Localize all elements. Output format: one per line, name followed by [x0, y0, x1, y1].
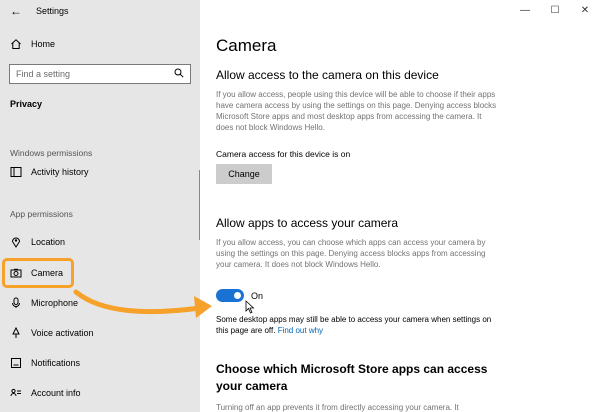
- search-placeholder: Find a setting: [16, 69, 71, 79]
- orange-arrow-icon: [73, 289, 212, 318]
- sidebar-item-account-info[interactable]: Account info: [10, 386, 81, 400]
- home-link[interactable]: Home: [10, 38, 55, 50]
- device-access-heading: Allow access to the camera on this devic…: [216, 68, 439, 82]
- app-title: Settings: [36, 6, 69, 16]
- home-label: Home: [31, 39, 56, 49]
- home-icon: [10, 38, 22, 50]
- camera-highlight-box: [2, 258, 74, 288]
- device-access-status: Camera access for this device is on: [216, 149, 351, 159]
- search-input[interactable]: Find a setting: [9, 64, 191, 84]
- note-text: Some desktop apps may still be able to a…: [216, 315, 492, 335]
- account-info-icon: [10, 387, 22, 399]
- store-apps-description: Turning off an app prevents it from dire…: [216, 403, 459, 412]
- app-permissions-label: App permissions: [10, 209, 73, 219]
- title-bar: ← Settings: [0, 0, 200, 22]
- mouse-cursor-icon: [245, 300, 255, 314]
- device-access-description: If you allow access, people using this d…: [216, 90, 497, 132]
- app-access-heading: Allow apps to access your camera: [216, 216, 399, 230]
- maximize-button[interactable]: ☐: [540, 0, 570, 20]
- toggle-knob: [234, 292, 241, 299]
- find-out-why-link[interactable]: Find out why: [278, 326, 323, 335]
- sidebar-item-label: Activity history: [31, 167, 89, 177]
- close-button[interactable]: ✕: [570, 0, 600, 20]
- location-icon: [10, 236, 22, 248]
- change-button[interactable]: Change: [216, 164, 272, 184]
- window-controls: — ☐ ✕: [510, 0, 600, 20]
- sidebar-item-notifications[interactable]: Notifications: [10, 356, 80, 370]
- microphone-icon: [10, 297, 22, 309]
- minimize-button[interactable]: —: [510, 0, 540, 20]
- activity-history-icon: [10, 166, 22, 178]
- app-access-toggle[interactable]: [216, 289, 244, 302]
- windows-permissions-label: Windows permissions: [10, 148, 93, 158]
- sidebar-item-label: Location: [31, 237, 66, 247]
- voice-activation-icon: [10, 327, 22, 339]
- section-title: Privacy: [10, 99, 43, 109]
- app-access-description: If you allow access, you can choose whic…: [216, 238, 486, 269]
- notifications-icon: [10, 357, 22, 369]
- store-apps-heading: Choose which Microsoft Store apps can ac…: [216, 362, 488, 393]
- sidebar: ← Settings Home Find a setting Privacy W…: [0, 0, 201, 412]
- search-icon[interactable]: [174, 65, 184, 83]
- sidebar-item-location[interactable]: Location: [10, 235, 65, 249]
- back-button[interactable]: ←: [0, 0, 32, 22]
- page-title: Camera: [216, 36, 277, 55]
- sidebar-item-microphone[interactable]: Microphone: [10, 296, 78, 310]
- sidebar-item-label: Account info: [31, 388, 81, 398]
- sidebar-item-activity-history[interactable]: Activity history: [10, 165, 89, 179]
- main-content: — ☐ ✕ Camera Allow access to the camera …: [200, 0, 600, 412]
- sidebar-item-label: Notifications: [31, 358, 81, 368]
- desktop-apps-note: Some desktop apps may still be able to a…: [216, 314, 501, 336]
